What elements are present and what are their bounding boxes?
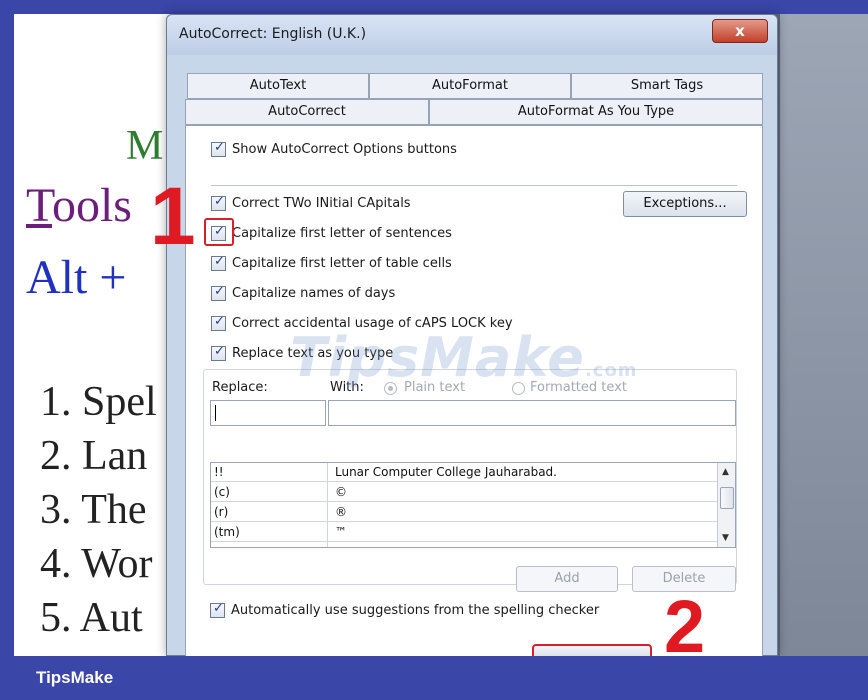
tab-autoformat-as-you-type[interactable]: AutoFormat As You Type (429, 99, 763, 125)
tab-autoformat[interactable]: AutoFormat (369, 73, 571, 99)
ok-button-highlight[interactable] (532, 644, 652, 656)
check-icon: ✓ (214, 343, 225, 359)
table-row[interactable]: (c) © (211, 483, 717, 502)
text-caret (215, 405, 216, 421)
document-list-item: 1. Spel (40, 379, 157, 425)
check-icon: ✓ (214, 139, 225, 155)
dialog-title: AutoCorrect: English (U.K.) (179, 26, 367, 42)
close-button[interactable]: x (712, 19, 768, 43)
entry-value: ™ (335, 525, 347, 539)
checkbox-box[interactable]: ✓ (211, 313, 226, 331)
document-alt-line: Alt + (26, 251, 127, 304)
exceptions-button[interactable]: Exceptions... (623, 191, 747, 217)
checkbox-label: Show AutoCorrect Options buttons (232, 141, 457, 157)
document-list-item: 2. Lan (40, 433, 148, 479)
checkbox-box[interactable]: ✓ (211, 193, 226, 211)
checkbox-box[interactable]: ✓ (211, 253, 226, 271)
document-list-item: 5. Aut (40, 595, 143, 641)
table-row[interactable]: !! Lunar Computer College Jauharabad. (211, 463, 717, 482)
replace-label: Replace: (212, 380, 268, 395)
checkbox-label: Capitalize first letter of table cells (232, 255, 452, 271)
footer-brand: TipsMake (36, 668, 114, 687)
dialog-titlebar[interactable]: AutoCorrect: English (U.K.) x (167, 15, 777, 55)
tab-autocorrect[interactable]: AutoCorrect (185, 99, 429, 125)
checkbox-label: Capitalize names of days (232, 285, 396, 301)
scroll-down-icon[interactable]: ▼ (722, 533, 729, 543)
document-heading: M (126, 123, 164, 169)
scroll-thumb[interactable] (720, 487, 734, 509)
replace-input[interactable] (210, 400, 326, 426)
step1-highlight-box (204, 218, 234, 246)
tab-autotext[interactable]: AutoText (187, 73, 369, 99)
checkbox-box[interactable]: ✓ (210, 600, 225, 618)
entry-value: Lunar Computer College Jauharabad. (335, 465, 557, 479)
entry-key: (r) (214, 505, 229, 519)
close-icon: x (735, 22, 745, 40)
checkbox-box[interactable]: ✓ (211, 283, 226, 301)
capitalize-sentences-checkbox[interactable]: ✓ Capitalize first letter of sentences (211, 223, 452, 243)
frame-left (0, 0, 14, 656)
tab-smart-tags[interactable]: Smart Tags (571, 73, 763, 99)
tab-autocorrect-label: AutoCorrect (268, 104, 346, 119)
checkbox-label: Correct TWo INitial CApitals (232, 195, 411, 211)
capitalize-days-checkbox[interactable]: ✓ Capitalize names of days (211, 283, 395, 303)
table-row[interactable]: (r) ® (211, 503, 717, 522)
watermark-text: TipsMake (290, 326, 585, 389)
watermark: TipsMake.com (290, 326, 638, 389)
frame-top (0, 0, 868, 14)
correct-two-initial-capitals-checkbox[interactable]: ✓ Correct TWo INitial CApitals (211, 193, 411, 213)
step-2-marker: 2 (664, 585, 706, 668)
checkbox-label: Automatically use suggestions from the s… (231, 602, 600, 618)
entry-value: © (335, 485, 347, 499)
check-icon: ✓ (213, 600, 224, 616)
document-list-item: 3. The (40, 487, 147, 533)
watermark-suffix: .com (584, 360, 638, 381)
checkbox-box[interactable]: ✓ (211, 343, 226, 361)
entry-key: (tm) (214, 525, 240, 539)
entry-key: !! (214, 465, 224, 479)
document-tools-rest: ools (51, 179, 132, 232)
autocorrect-entries-list[interactable]: !! Lunar Computer College Jauharabad. (c… (210, 462, 736, 548)
capitalize-table-cells-checkbox[interactable]: ✓ Capitalize first letter of table cells (211, 253, 452, 273)
document-tools-line: Tools (26, 178, 132, 233)
add-button[interactable]: Add (516, 566, 618, 592)
table-row[interactable]: (tm) ™ (211, 523, 717, 542)
check-icon: ✓ (214, 283, 225, 299)
with-input[interactable] (328, 400, 736, 426)
background-right-panel (780, 14, 868, 656)
check-icon: ✓ (214, 193, 225, 209)
step-1-marker: 1 (150, 171, 196, 262)
check-icon: ✓ (214, 313, 225, 329)
check-icon: ✓ (214, 253, 225, 269)
scroll-up-icon[interactable]: ▲ (722, 467, 729, 477)
checkbox-label: Capitalize first letter of sentences (232, 225, 452, 241)
footer-bar: TipsMake (0, 656, 868, 700)
checkbox-box[interactable]: ✓ (211, 139, 226, 157)
auto-suggestions-checkbox[interactable]: ✓ Automatically use suggestions from the… (210, 600, 599, 620)
document-list-item: 4. Wor (40, 541, 153, 587)
separator (211, 185, 737, 186)
entry-key: (c) (214, 485, 230, 499)
list-scrollbar[interactable]: ▲ ▼ (717, 463, 735, 547)
show-options-checkbox[interactable]: ✓ Show AutoCorrect Options buttons (211, 139, 457, 159)
document-tools-underlined: T (26, 179, 52, 232)
entry-value: ® (335, 505, 347, 519)
